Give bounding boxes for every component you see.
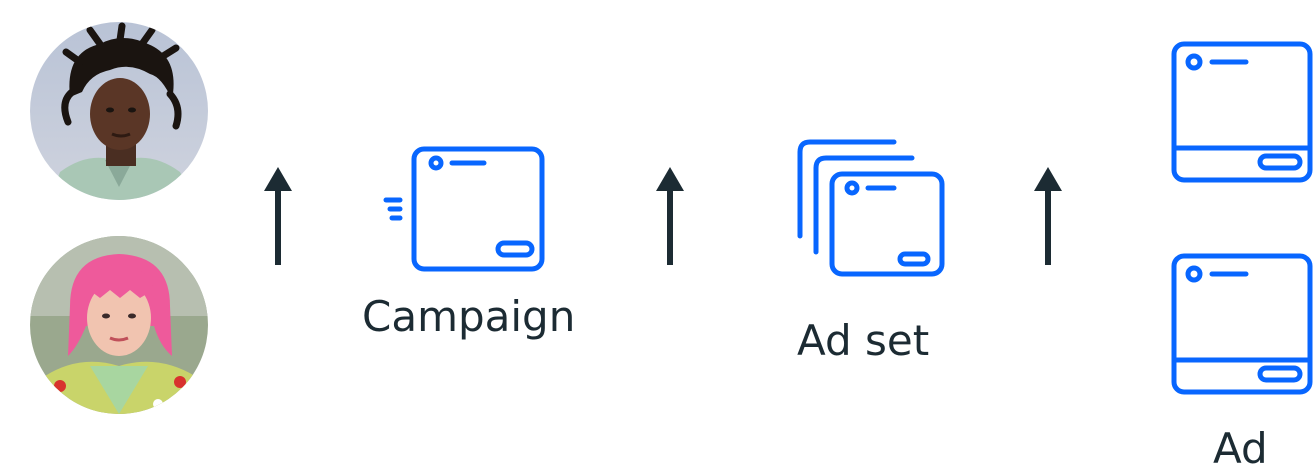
ad-icon	[1170, 252, 1315, 397]
ad-set-label: Ad set	[797, 316, 930, 365]
ad-set-icon	[790, 134, 950, 280]
person-woman-pink-hair-avatar	[30, 236, 208, 414]
arrow-up-icon	[654, 165, 686, 267]
campaign-icon	[380, 145, 550, 275]
arrow-up-icon	[1032, 165, 1064, 267]
ad-label: Ad	[1213, 424, 1268, 473]
campaign-label: Campaign	[362, 292, 576, 341]
person-man-avatar	[30, 22, 208, 200]
ad-icon	[1170, 40, 1315, 185]
arrow-up-icon	[262, 165, 294, 267]
